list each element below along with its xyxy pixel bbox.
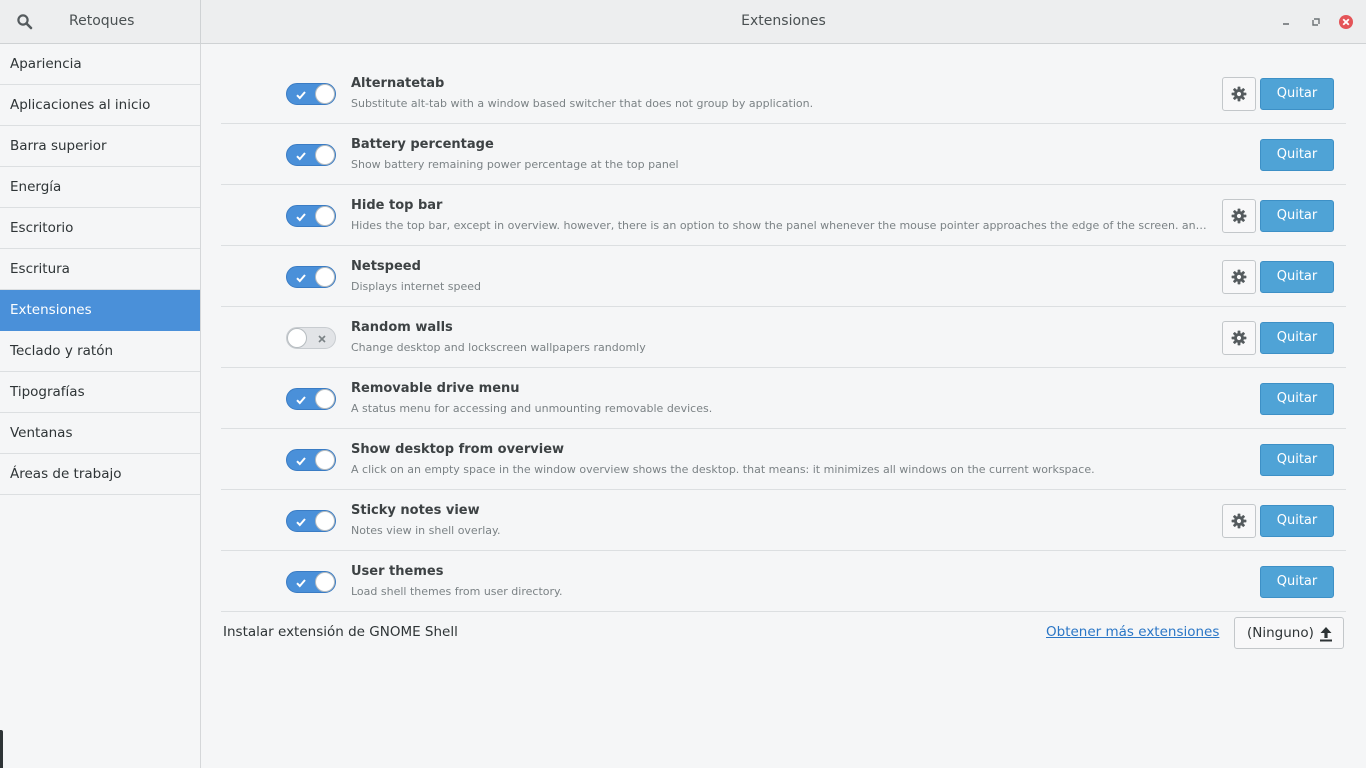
extension-settings-button[interactable] [1222, 504, 1256, 538]
switch-knob [315, 511, 335, 531]
extension-row: Random walls Change desktop and lockscree… [221, 307, 1346, 368]
switch-knob [315, 450, 335, 470]
extension-name: Alternatetab [351, 76, 445, 91]
switch-knob [315, 145, 335, 165]
extension-row: Alternatetab Substitute alt-tab with a wi… [221, 63, 1346, 124]
extension-description: Load shell themes from user directory. [351, 585, 563, 598]
extension-row: User themes Load shell themes from user d… [221, 551, 1346, 612]
check-icon [294, 270, 308, 284]
extension-row: Netspeed Displays internet speed Quitar [221, 246, 1346, 307]
extension-toggle-switch[interactable] [286, 388, 336, 410]
extension-name: Removable drive menu [351, 381, 520, 396]
sidebar: Apariencia Aplicaciones al inicio Barra … [0, 44, 201, 768]
check-icon [294, 392, 308, 406]
extension-row: Sticky notes view Notes view in shell ove… [221, 490, 1346, 551]
check-icon [294, 453, 308, 467]
switch-knob [315, 572, 335, 592]
sidebar-item-energia[interactable]: Energía [0, 167, 200, 208]
extension-toggle-switch[interactable] [286, 449, 336, 471]
extension-toggle-switch[interactable] [286, 144, 336, 166]
sidebar-item-aplicaciones-al-inicio[interactable]: Aplicaciones al inicio [0, 85, 200, 126]
extension-row: Show desktop from overview A click on an … [221, 429, 1346, 490]
extension-settings-button[interactable] [1222, 199, 1256, 233]
switch-knob [315, 267, 335, 287]
switch-knob [315, 389, 335, 409]
extension-name: Sticky notes view [351, 503, 480, 518]
extension-row: Hide top bar Hides the top bar, except in… [221, 185, 1346, 246]
extension-description: Show battery remaining power percentage … [351, 158, 679, 171]
extension-settings-button[interactable] [1222, 321, 1256, 355]
remove-extension-button[interactable]: Quitar [1260, 139, 1334, 171]
check-icon [294, 575, 308, 589]
header-left: Retoques [0, 0, 201, 44]
extension-toggle-switch[interactable] [286, 83, 336, 105]
switch-knob [315, 206, 335, 226]
extension-name: Random walls [351, 320, 453, 335]
extension-name: Show desktop from overview [351, 442, 565, 457]
extension-settings-button[interactable] [1222, 260, 1256, 294]
extension-toggle-switch[interactable] [286, 510, 336, 532]
sidebar-item-apariencia[interactable]: Apariencia [0, 44, 200, 85]
extension-description: Change desktop and lockscreen wallpapers… [351, 341, 646, 354]
remove-extension-button[interactable]: Quitar [1260, 322, 1334, 354]
remove-extension-button[interactable]: Quitar [1260, 444, 1334, 476]
extension-name: User themes [351, 564, 444, 579]
extension-name: Netspeed [351, 259, 421, 274]
sidebar-item-extensiones[interactable]: Extensiones [0, 290, 200, 331]
maximize-icon[interactable] [1308, 14, 1324, 30]
remove-extension-button[interactable]: Quitar [1260, 261, 1334, 293]
sidebar-item-areas-de-trabajo[interactable]: Áreas de trabajo [0, 454, 200, 495]
remove-extension-button[interactable]: Quitar [1260, 200, 1334, 232]
check-icon [294, 514, 308, 528]
app-title: Retoques [69, 13, 135, 29]
sidebar-item-tipografias[interactable]: Tipografías [0, 372, 200, 413]
file-chooser-button[interactable]: (Ninguno) [1234, 617, 1344, 649]
extension-toggle-switch[interactable] [286, 327, 336, 349]
remove-extension-button[interactable]: Quitar [1260, 505, 1334, 537]
remove-extension-button[interactable]: Quitar [1260, 383, 1334, 415]
sidebar-item-escritura[interactable]: Escritura [0, 249, 200, 290]
check-icon [294, 209, 308, 223]
close-icon[interactable] [1338, 14, 1354, 30]
extensions-list: Alternatetab Substitute alt-tab with a wi… [221, 63, 1346, 612]
header-right: Extensiones [201, 0, 1366, 43]
extension-toggle-switch[interactable] [286, 205, 336, 227]
extension-toggle-switch[interactable] [286, 571, 336, 593]
remove-extension-button[interactable]: Quitar [1260, 78, 1334, 110]
switch-knob [315, 84, 335, 104]
extension-description: Hides the top bar, except in overview. h… [351, 219, 1211, 232]
remove-extension-button[interactable]: Quitar [1260, 566, 1334, 598]
extension-name: Battery percentage [351, 137, 494, 152]
extension-description: Notes view in shell overlay. [351, 524, 501, 537]
extension-settings-button[interactable] [1222, 77, 1256, 111]
extension-row: Removable drive menu A status menu for ac… [221, 368, 1346, 429]
cross-icon [315, 331, 329, 345]
extension-toggle-switch[interactable] [286, 266, 336, 288]
sidebar-item-escritorio[interactable]: Escritorio [0, 208, 200, 249]
check-icon [294, 148, 308, 162]
install-footer: Instalar extensión de GNOME Shell Obtene… [223, 617, 1346, 649]
check-icon [294, 87, 308, 101]
extension-description: A status menu for accessing and unmounti… [351, 402, 713, 415]
minimize-icon[interactable] [1278, 14, 1294, 30]
file-chooser-label: (Ninguno) [1247, 625, 1314, 641]
window-edge-stub [0, 730, 3, 768]
search-icon[interactable] [16, 13, 34, 31]
extension-name: Hide top bar [351, 198, 443, 213]
extension-description: A click on an empty space in the window … [351, 463, 1095, 476]
install-extension-label: Instalar extensión de GNOME Shell [223, 624, 458, 640]
upload-icon [1319, 626, 1333, 642]
extensions-panel: Alternatetab Substitute alt-tab with a wi… [201, 44, 1366, 768]
sidebar-item-teclado-y-raton[interactable]: Teclado y ratón [0, 331, 200, 372]
extension-description: Displays internet speed [351, 280, 481, 293]
switch-knob [287, 328, 307, 348]
extension-description: Substitute alt-tab with a window based s… [351, 97, 814, 110]
extension-row: Battery percentage Show battery remaining… [221, 124, 1346, 185]
page-title: Extensiones [741, 13, 826, 29]
sidebar-item-barra-superior[interactable]: Barra superior [0, 126, 200, 167]
sidebar-item-ventanas[interactable]: Ventanas [0, 413, 200, 454]
get-more-extensions-link[interactable]: Obtener más extensiones [1046, 624, 1219, 640]
header-bar: Retoques Extensiones [0, 0, 1366, 44]
